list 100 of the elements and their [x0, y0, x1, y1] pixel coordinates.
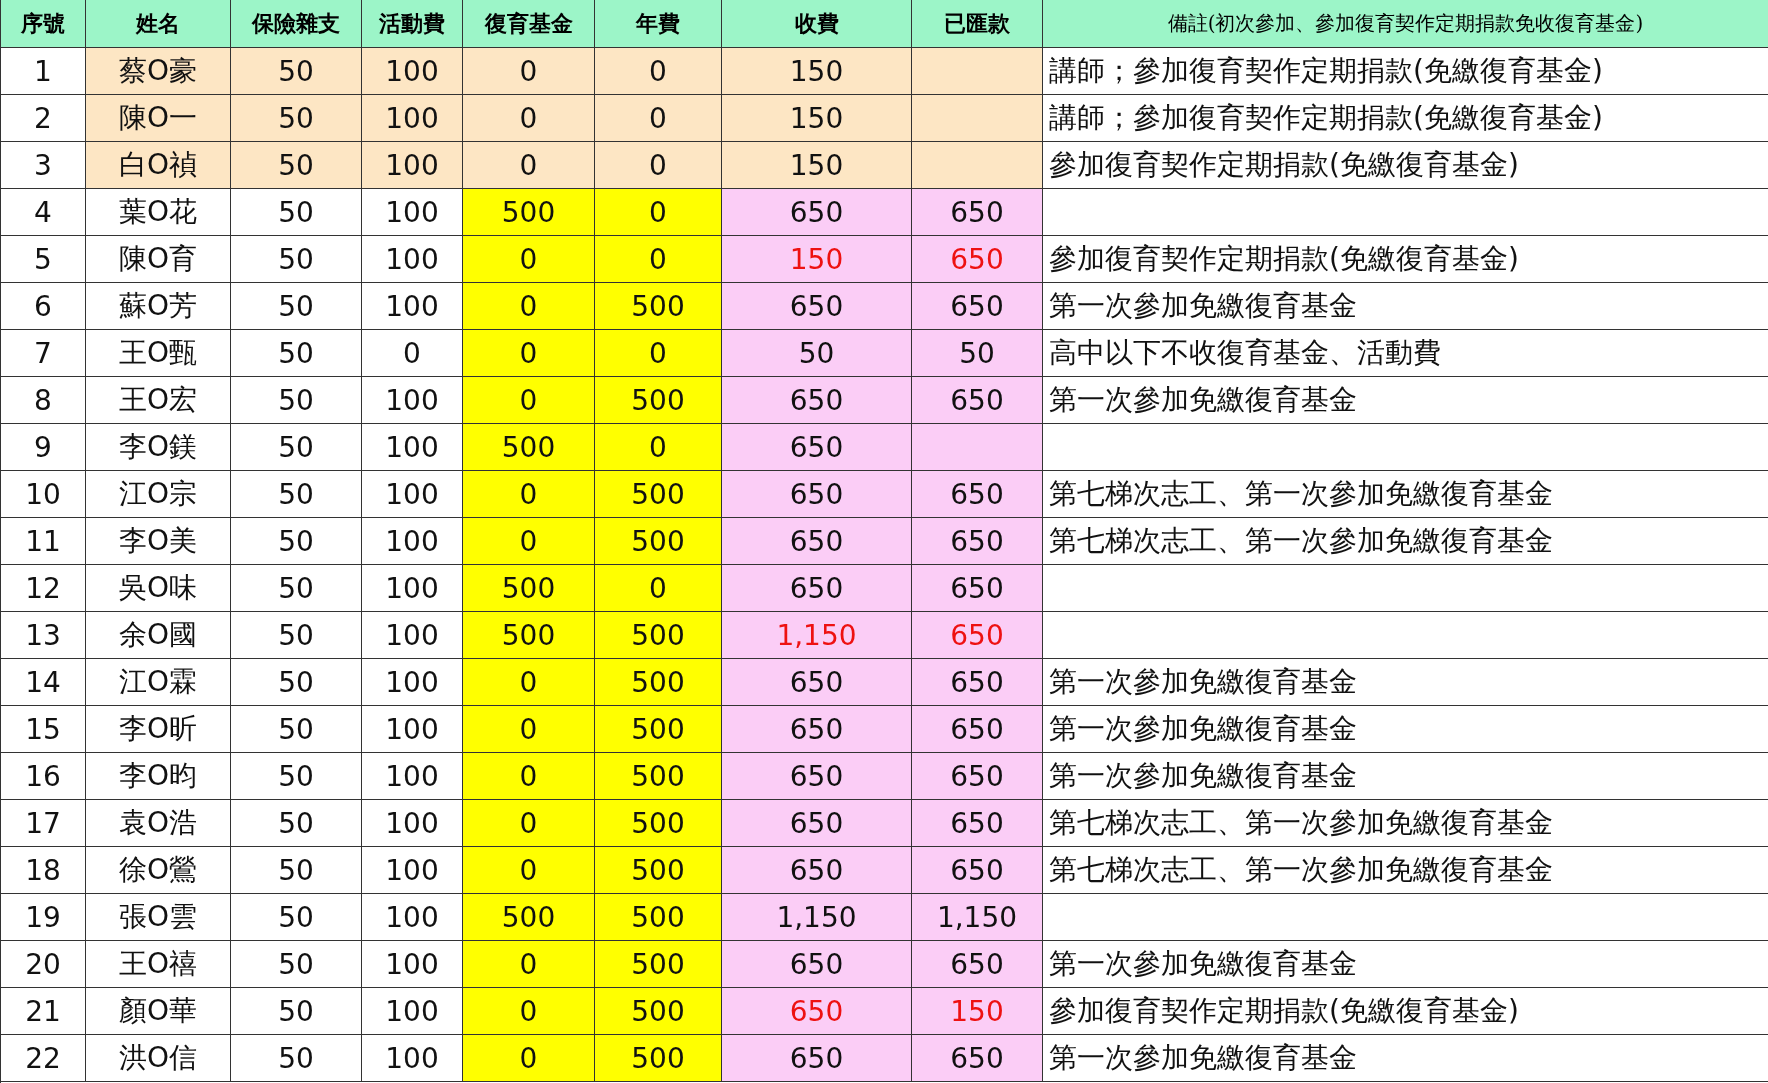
table-cell: 100: [362, 706, 463, 753]
name-cell: 顏O華: [86, 988, 231, 1035]
table-cell: 650: [722, 283, 912, 330]
table-cell: 50: [231, 894, 362, 941]
table-cell: 100: [362, 612, 463, 659]
table-cell: 500: [595, 847, 722, 894]
table-cell: 50: [231, 142, 362, 189]
table-cell: 50: [231, 377, 362, 424]
table-cell: 650: [912, 565, 1043, 612]
row-number: 14: [1, 659, 86, 706]
table-cell: 150: [722, 48, 912, 95]
row-number: 3: [1, 142, 86, 189]
row-number: 18: [1, 847, 86, 894]
table-cell: 0: [463, 330, 595, 377]
row-number: 16: [1, 753, 86, 800]
table-cell: 100: [362, 800, 463, 847]
table-cell: 650: [722, 706, 912, 753]
table-cell: 650: [722, 847, 912, 894]
column-header: 復育基金: [463, 0, 595, 48]
table-cell: 100: [362, 189, 463, 236]
table-cell: 500: [595, 612, 722, 659]
table-cell: 0: [463, 48, 595, 95]
table-cell: 50: [231, 189, 362, 236]
table-cell: 0: [463, 377, 595, 424]
table-cell: 650: [912, 236, 1043, 283]
table-cell: 500: [595, 941, 722, 988]
table-cell: 100: [362, 471, 463, 518]
row-number: 8: [1, 377, 86, 424]
table-cell: 500: [595, 518, 722, 565]
table-cell: 500: [595, 377, 722, 424]
table-cell: 50: [231, 659, 362, 706]
name-cell: 李O鎂: [86, 424, 231, 471]
table-cell: 500: [595, 800, 722, 847]
table-cell: 100: [362, 95, 463, 142]
name-cell: 張O雲: [86, 894, 231, 941]
table-cell: 650: [722, 659, 912, 706]
name-cell: 陳O育: [86, 236, 231, 283]
table-cell: 100: [362, 659, 463, 706]
table-cell: 100: [362, 894, 463, 941]
table-cell: 50: [231, 95, 362, 142]
row-number: 12: [1, 565, 86, 612]
table-cell: 50: [912, 330, 1043, 377]
table-cell: 0: [463, 95, 595, 142]
table-cell: 0: [463, 283, 595, 330]
table-cell: 500: [463, 189, 595, 236]
table-cell: 1,150: [722, 894, 912, 941]
table-cell: 150: [722, 236, 912, 283]
table-cell: 50: [231, 471, 362, 518]
name-cell: 吳O味: [86, 565, 231, 612]
table-cell: 50: [231, 753, 362, 800]
name-cell: 洪O信: [86, 1035, 231, 1082]
table-cell: 650: [722, 377, 912, 424]
column-header: 備註(初次參加、參加復育契作定期捐款免收復育基金): [1043, 0, 1768, 48]
row-number: 1: [1, 48, 86, 95]
name-cell: 徐O鶯: [86, 847, 231, 894]
column-header: 已匯款: [912, 0, 1043, 48]
table-cell: 1,150: [722, 612, 912, 659]
table-cell: 0: [595, 424, 722, 471]
table-cell: 1,150: [912, 894, 1043, 941]
table-cell: 100: [362, 847, 463, 894]
table-cell: 650: [722, 424, 912, 471]
table-cell: 0: [463, 941, 595, 988]
row-number: 10: [1, 471, 86, 518]
table-cell: 100: [362, 753, 463, 800]
name-cell: 白O禎: [86, 142, 231, 189]
table-cell: 0: [463, 518, 595, 565]
table-cell: 650: [912, 612, 1043, 659]
name-cell: 蔡O豪: [86, 48, 231, 95]
row-number: 22: [1, 1035, 86, 1082]
table-cell: 100: [362, 377, 463, 424]
table-cell: 0: [463, 236, 595, 283]
table-cell: 0: [463, 471, 595, 518]
row-number: 2: [1, 95, 86, 142]
table-cell: 150: [912, 988, 1043, 1035]
table-cell: 0: [463, 753, 595, 800]
name-cell: 葉O花: [86, 189, 231, 236]
table-cell: 650: [722, 471, 912, 518]
table-cell: 50: [231, 283, 362, 330]
table-cell: 50: [231, 941, 362, 988]
row-number: 21: [1, 988, 86, 1035]
name-cell: 王O宏: [86, 377, 231, 424]
table-cell: 0: [463, 988, 595, 1035]
table-cell: 500: [595, 1035, 722, 1082]
row-number: 11: [1, 518, 86, 565]
table-cell: 650: [912, 283, 1043, 330]
table-cell: 150: [722, 142, 912, 189]
table-cell: 0: [463, 1035, 595, 1082]
table-cell: 50: [231, 330, 362, 377]
table-cell: 500: [595, 659, 722, 706]
table-cell: 100: [362, 142, 463, 189]
column-header: 姓名: [86, 0, 231, 48]
table-cell: 50: [231, 236, 362, 283]
table-cell: 500: [595, 471, 722, 518]
table-cell: 650: [722, 800, 912, 847]
name-cell: 李O昀: [86, 753, 231, 800]
row-number: 17: [1, 800, 86, 847]
table-cell: 100: [362, 48, 463, 95]
table-cell: 500: [595, 706, 722, 753]
table-cell: 50: [722, 330, 912, 377]
table-cell: 50: [231, 1035, 362, 1082]
